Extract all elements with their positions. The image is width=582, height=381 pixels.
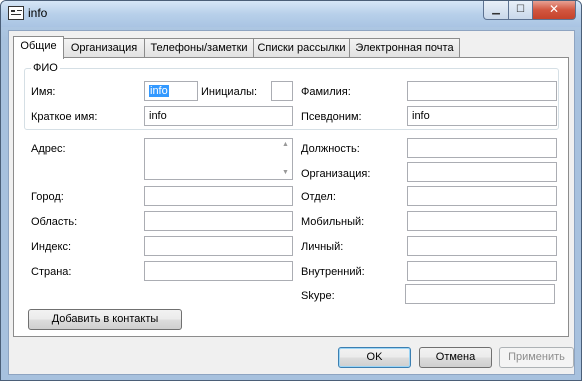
tab-panel-general: ФИО Имя: info Инициалы: Фамилия: Краткое… bbox=[13, 57, 569, 337]
city-label: Город: bbox=[31, 191, 64, 203]
initials-field[interactable] bbox=[271, 81, 293, 101]
maximize-button[interactable]: ☐ bbox=[508, 1, 533, 20]
zip-label: Индекс: bbox=[31, 241, 72, 253]
dialog-client-area: Общие Организация Телефоны/заметки Списк… bbox=[8, 30, 575, 375]
internal-phone-field[interactable] bbox=[407, 261, 557, 281]
zip-field[interactable] bbox=[144, 236, 293, 256]
fio-legend: ФИО bbox=[31, 62, 60, 74]
close-button[interactable]: ✕ bbox=[532, 1, 576, 20]
ok-button[interactable]: OK bbox=[338, 347, 411, 368]
country-field[interactable] bbox=[144, 261, 293, 281]
tab-general[interactable]: Общие bbox=[13, 36, 64, 59]
personal-phone-field[interactable] bbox=[407, 236, 557, 256]
tab-mailing-lists[interactable]: Списки рассылки bbox=[253, 38, 350, 57]
region-label: Область: bbox=[31, 216, 78, 228]
position-label: Должность: bbox=[301, 143, 360, 155]
organization-field[interactable] bbox=[407, 162, 557, 182]
nickname-field[interactable]: info bbox=[407, 106, 557, 126]
internal-label: Внутренний: bbox=[301, 266, 365, 278]
first-name-value: info bbox=[149, 85, 169, 97]
address-scrollbar[interactable]: ▲ ▼ bbox=[279, 139, 292, 179]
apply-button: Применить bbox=[499, 347, 574, 368]
city-field[interactable] bbox=[144, 186, 293, 206]
country-label: Страна: bbox=[31, 266, 72, 278]
short-name-field[interactable]: info bbox=[144, 106, 293, 126]
minimize-button[interactable]: ▁ bbox=[483, 1, 509, 20]
mobile-label: Мобильный: bbox=[301, 216, 365, 228]
organization-label: Организация: bbox=[301, 168, 371, 180]
dialog-window: info ▁ ☐ ✕ Общие Организация Телефоны/за… bbox=[0, 0, 582, 381]
contact-card-icon bbox=[8, 6, 24, 20]
tab-phones-notes[interactable]: Телефоны/заметки bbox=[144, 38, 254, 57]
department-field[interactable] bbox=[407, 186, 557, 206]
tab-email[interactable]: Электронная почта bbox=[349, 38, 460, 57]
nickname-label: Псевдоним: bbox=[301, 111, 362, 123]
short-name-label: Краткое имя: bbox=[31, 111, 98, 123]
title-bar[interactable]: info ▁ ☐ ✕ bbox=[1, 1, 581, 27]
tab-organization[interactable]: Организация bbox=[63, 38, 145, 57]
region-field[interactable] bbox=[144, 211, 293, 231]
initials-label: Инициалы: bbox=[201, 86, 258, 98]
position-field[interactable] bbox=[407, 138, 557, 158]
first-name-field[interactable]: info bbox=[144, 81, 198, 101]
address-label: Адрес: bbox=[31, 143, 66, 155]
first-name-label: Имя: bbox=[31, 86, 56, 98]
scroll-up-icon[interactable]: ▲ bbox=[279, 139, 292, 151]
skype-label: Skype: bbox=[301, 290, 335, 302]
address-field[interactable]: ▲ ▼ bbox=[144, 138, 293, 180]
department-label: Отдел: bbox=[301, 191, 336, 203]
scroll-down-icon[interactable]: ▼ bbox=[279, 167, 292, 179]
last-name-label: Фамилия: bbox=[301, 86, 351, 98]
personal-label: Личный: bbox=[301, 241, 344, 253]
mobile-phone-field[interactable] bbox=[407, 211, 557, 231]
window-title: info bbox=[28, 6, 48, 20]
skype-field[interactable] bbox=[405, 284, 555, 304]
cancel-button[interactable]: Отмена bbox=[419, 347, 492, 368]
add-to-contacts-button[interactable]: Добавить в контакты bbox=[28, 309, 182, 330]
last-name-field[interactable] bbox=[407, 81, 557, 101]
